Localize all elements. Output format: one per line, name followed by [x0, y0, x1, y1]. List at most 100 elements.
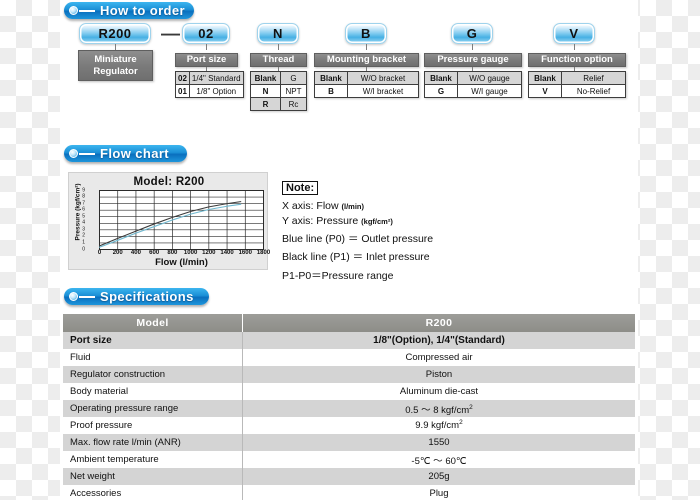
chart-y-ticks: 0123456789 [75, 188, 85, 252]
chart-x-tick: 800 [167, 250, 178, 256]
chart-x-tick: 1800 [256, 250, 271, 256]
order-pill-mounting-bracket-label: B [361, 26, 371, 41]
bullet-dot-icon [69, 292, 78, 301]
order-pill-thread-label: N [273, 26, 283, 41]
flow-chart: Model: R200 Pressure (kgf/cm²) Flow (l/m… [68, 172, 271, 270]
spec-label: Accessories [63, 485, 243, 500]
chart-y-tick: 7 [82, 200, 85, 207]
table-row[interactable]: B W/I bracket [314, 84, 419, 98]
header-line-icon [79, 9, 95, 12]
note-line-blue: Blue line (P0) ＝ Outlet pressure [282, 232, 434, 245]
table-row[interactable]: 01 1/8" Option [175, 84, 244, 98]
note-line-black: Black line (P1) ＝ Inlet pressure [282, 251, 430, 263]
order-pill-model[interactable]: R200 [79, 23, 151, 44]
table-row[interactable]: Blank Relief [528, 71, 626, 85]
order-group-title-mounting-bracket: Mounting bracket [314, 53, 419, 67]
table-row[interactable]: Proof pressure 9.9 kgf/cm2 [63, 417, 635, 434]
option-desc: NPT [280, 84, 307, 98]
option-code: 01 [175, 84, 190, 98]
spec-label: Net weight [63, 468, 243, 485]
bullet-dot-icon [69, 6, 78, 15]
option-desc: G [280, 71, 307, 85]
option-code: 02 [175, 71, 190, 85]
order-pill-port-size-label: 02 [198, 26, 214, 41]
table-row[interactable]: Blank G [250, 71, 307, 85]
section-title-how-to-order: How to order [100, 3, 185, 18]
table-row[interactable]: Fluid Compressed air [63, 349, 635, 366]
chart-x-tick: 600 [149, 250, 160, 256]
connector-line [574, 44, 575, 50]
order-pill-pressure-gauge[interactable]: G [451, 23, 493, 44]
section-header-specifications: Specifications [64, 288, 209, 305]
order-pill-pressure-gauge-label: G [466, 26, 478, 41]
spec-label: Regulator construction [63, 366, 243, 383]
spec-value: -5℃ ～ 60℃ [242, 451, 635, 468]
option-desc: 1/8" Option [188, 84, 244, 98]
table-row[interactable]: Operating pressure range 0.5 ～ 8 kgf/cm2 [63, 400, 635, 417]
table-row[interactable]: Net weight 205g [63, 468, 635, 485]
model-desc-line-2: Regulator [93, 65, 138, 77]
table-row[interactable]: Body material Aluminum die-cast [63, 383, 635, 400]
note-title: Note: [282, 181, 319, 195]
spec-label: Operating pressure range [63, 400, 243, 417]
connector-line [206, 44, 207, 50]
table-row[interactable]: Blank W/O gauge [424, 71, 522, 85]
chart-x-tick: 0 [97, 250, 102, 256]
table-row[interactable]: Port size 1/8"(Option), 1/4"(Standard) [63, 332, 635, 349]
chart-y-tick: 8 [82, 193, 85, 200]
order-options-thread: Blank G N NPT R Rc [250, 71, 307, 111]
table-row[interactable]: V No-Relief [528, 84, 626, 98]
table-row[interactable]: R Rc [250, 97, 307, 111]
note-line-range: P1-P0＝Pressure range [282, 269, 394, 282]
section-title-flow-chart: Flow chart [100, 146, 170, 161]
spec-label: Port size [63, 332, 243, 349]
spec-value: 1/8"(Option), 1/4"(Standard) [242, 332, 635, 349]
spec-value: Compressed air [242, 349, 635, 366]
option-code: R [250, 97, 281, 111]
table-row[interactable]: Accessories Plug [63, 485, 635, 500]
order-options-function-option: Blank Relief V No-Relief [528, 71, 626, 98]
table-header-cell: R200 [242, 314, 635, 332]
model-desc-line-1: Miniature [94, 53, 137, 65]
chart-x-tick: 1200 [202, 250, 216, 256]
note-line-unit: (l/min) [341, 201, 365, 211]
order-separator-dash: — [161, 24, 180, 45]
order-group-title-function-option: Function option [528, 53, 626, 67]
order-pill-thread[interactable]: N [257, 23, 299, 44]
chart-y-tick: 1 [82, 239, 85, 246]
order-group-title-port-size: Port size [175, 53, 238, 67]
option-code: B [314, 84, 348, 98]
note-line-x-axis: X axis: Flow (l/min) [282, 200, 562, 212]
order-group-title-pressure-gauge: Pressure gauge [424, 53, 522, 67]
chart-y-tick: 4 [82, 219, 85, 226]
table-row[interactable]: G W/I gauge [424, 84, 522, 98]
chart-y-tick: 5 [82, 213, 85, 220]
spec-value: Piston [242, 366, 635, 383]
spec-value: 205g [242, 468, 635, 485]
spec-label: Proof pressure [63, 417, 243, 434]
table-row[interactable]: N NPT [250, 84, 307, 98]
note-line-y-axis: Y axis: Pressure (kgf/cm²) [282, 215, 562, 227]
option-code: G [424, 84, 458, 98]
specifications-table: Model R200 Port size 1/8"(Option), 1/4"(Sta… [63, 314, 635, 500]
order-pill-function-option-label: V [569, 26, 579, 41]
section-header-flow-chart: Flow chart [64, 145, 187, 162]
table-row[interactable]: Max. flow rate l/min (ANR) 1550 [63, 434, 635, 451]
table-row[interactable]: 02 1/4" Standard [175, 71, 244, 85]
spec-value: Aluminum die-cast [242, 383, 635, 400]
option-desc: W/I bracket [347, 84, 419, 98]
order-pill-port-size[interactable]: 02 [182, 23, 230, 44]
order-options-pressure-gauge: Blank W/O gauge G W/I gauge [424, 71, 522, 98]
chart-y-tick: 3 [82, 226, 85, 233]
order-pill-function-option[interactable]: V [553, 23, 595, 44]
spec-label: Body material [63, 383, 243, 400]
order-pill-mounting-bracket[interactable]: B [345, 23, 387, 44]
option-code: Blank [528, 71, 562, 85]
chart-frame [99, 190, 264, 250]
spec-value: 1550 [242, 434, 635, 451]
table-row[interactable]: Blank W/O bracket [314, 71, 419, 85]
table-row[interactable]: Ambient temperature -5℃ ～ 60℃ [63, 451, 635, 468]
section-header-how-to-order: How to order [64, 2, 194, 19]
spec-value: 9.9 kgf/cm2 [242, 417, 635, 434]
table-row[interactable]: Regulator construction Piston [63, 366, 635, 383]
